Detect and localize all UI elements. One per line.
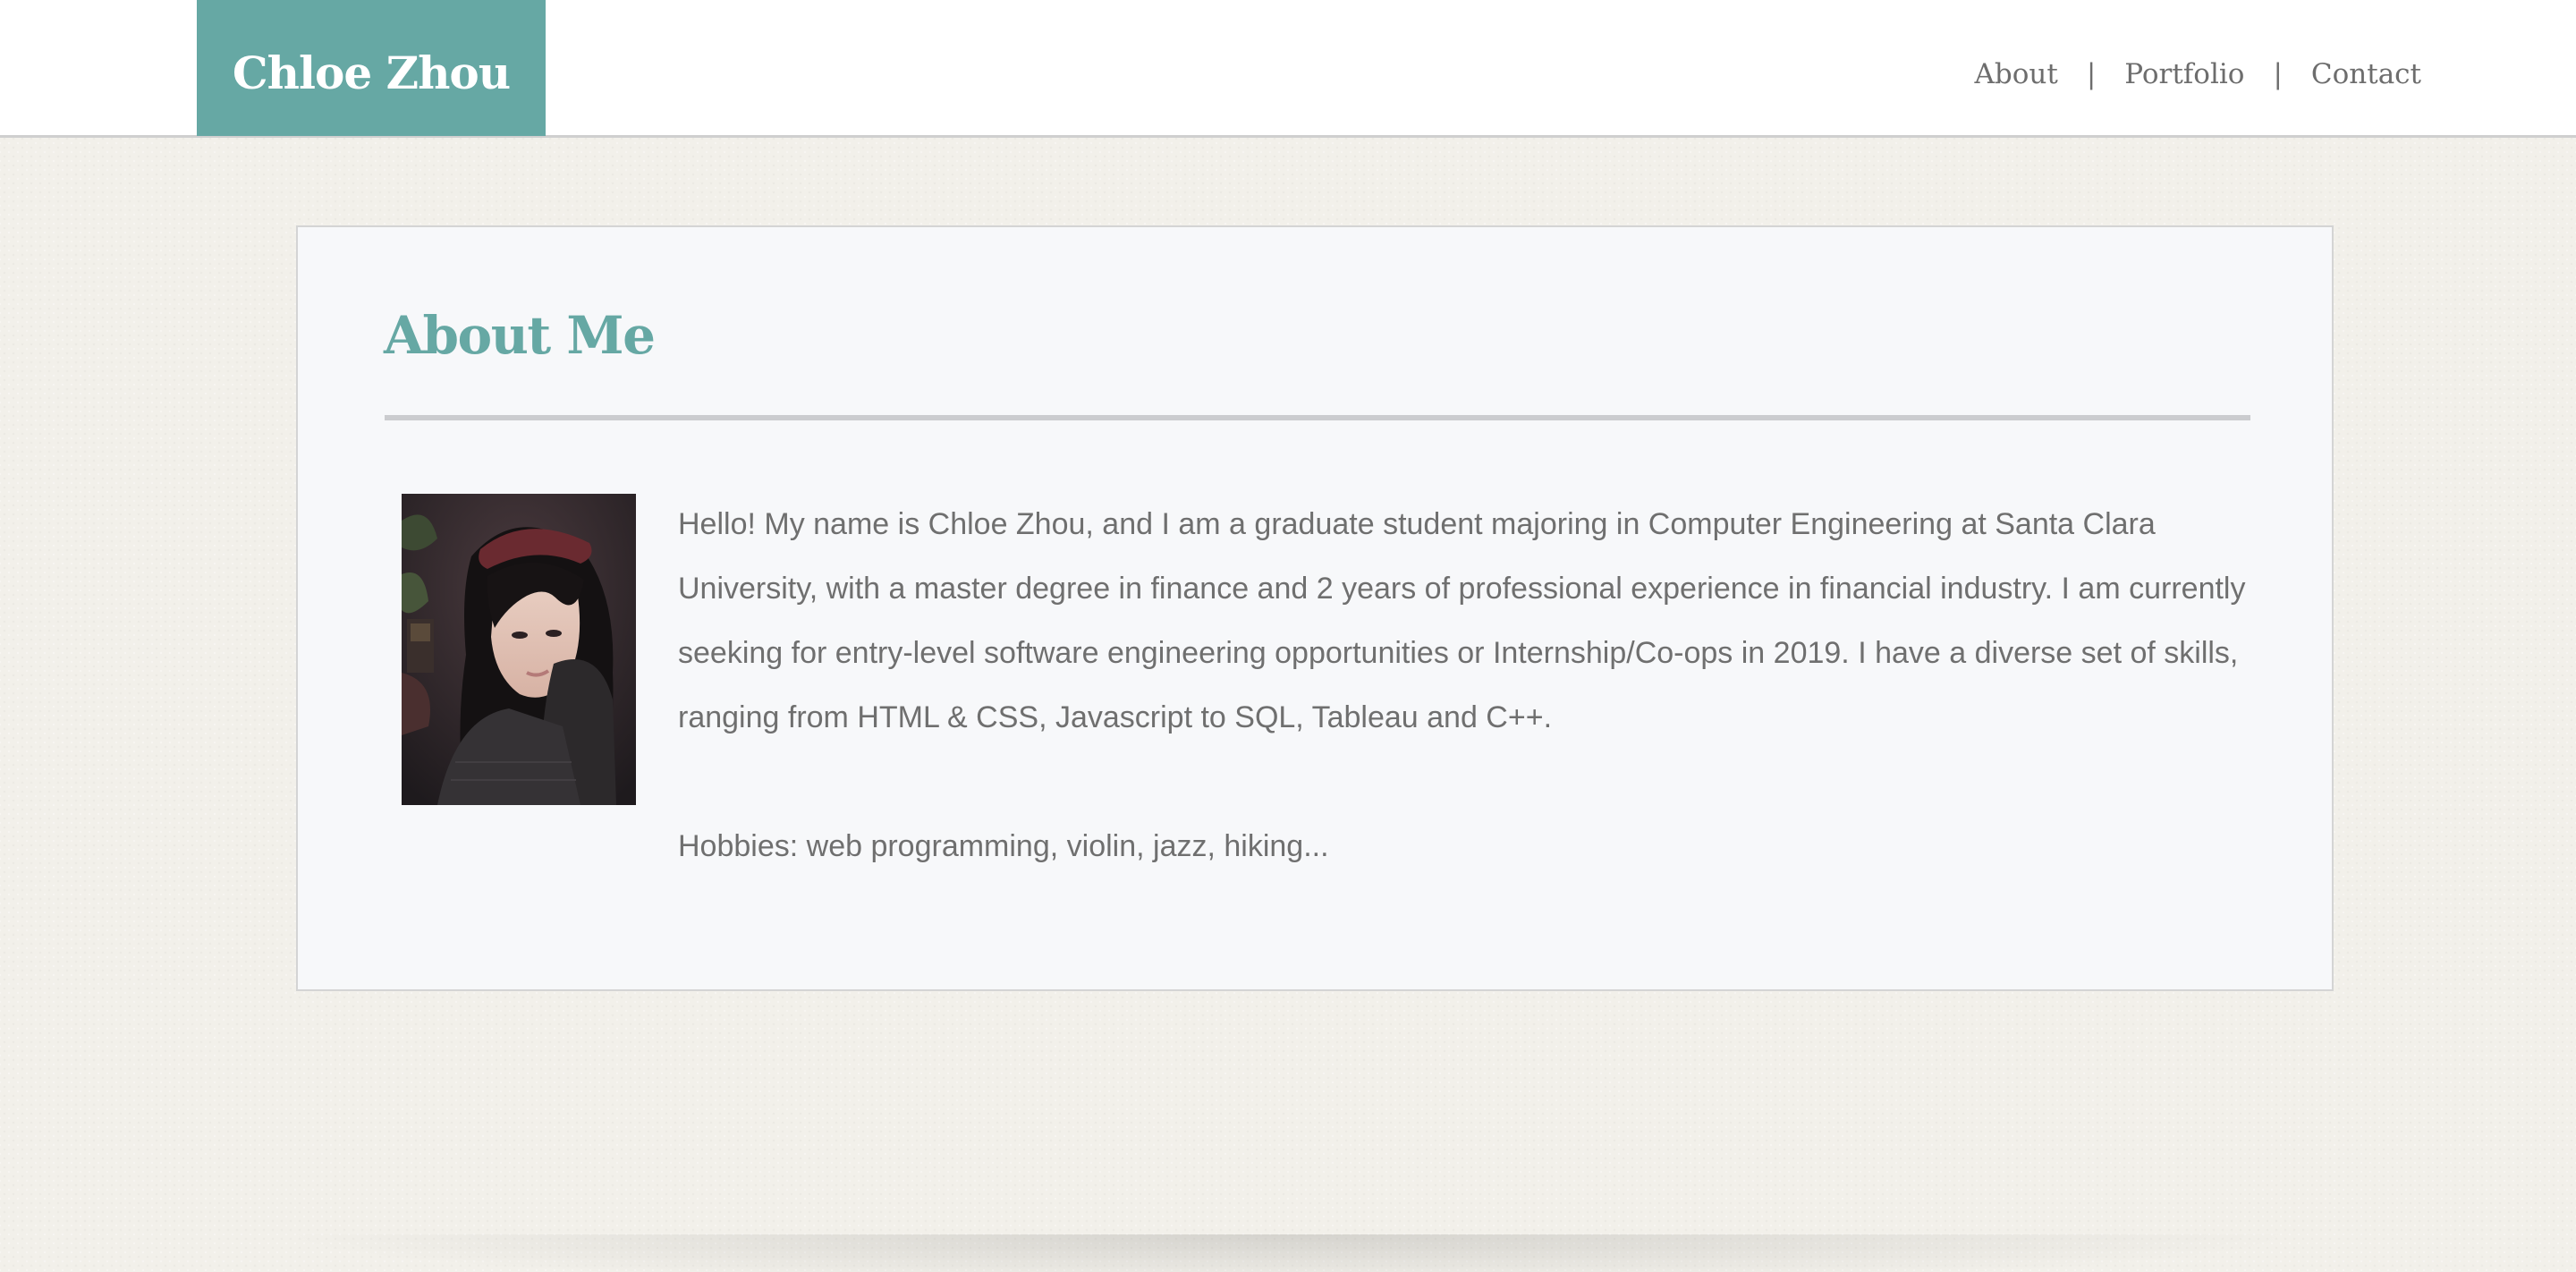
title-divider xyxy=(385,415,2250,420)
portrait-photo-icon xyxy=(402,494,636,805)
nav-contact-link[interactable]: Contact xyxy=(2311,58,2421,90)
bio-text: Hello! My name is Chloe Zhou, and I am a… xyxy=(678,507,2246,734)
about-card: About Me Hello! My name is Chloe Zhou, a… xyxy=(296,225,2334,991)
profile-photo xyxy=(402,494,636,805)
nav-separator: | xyxy=(2273,58,2283,90)
nav-portfolio-link[interactable]: Portfolio xyxy=(2124,58,2244,90)
nav-separator: | xyxy=(2086,58,2097,90)
hobbies-text: Hobbies: web programming, violin, jazz, … xyxy=(678,829,1329,863)
site-logo[interactable]: Chloe Zhou xyxy=(197,0,546,136)
footer-shadow xyxy=(268,1234,2308,1272)
about-title: About Me xyxy=(384,305,656,366)
main-nav: About | Portfolio | Contact xyxy=(1974,0,2421,148)
site-header: Chloe Zhou About | Portfolio | Contact xyxy=(0,0,2576,138)
nav-about-link[interactable]: About xyxy=(1974,58,2057,90)
